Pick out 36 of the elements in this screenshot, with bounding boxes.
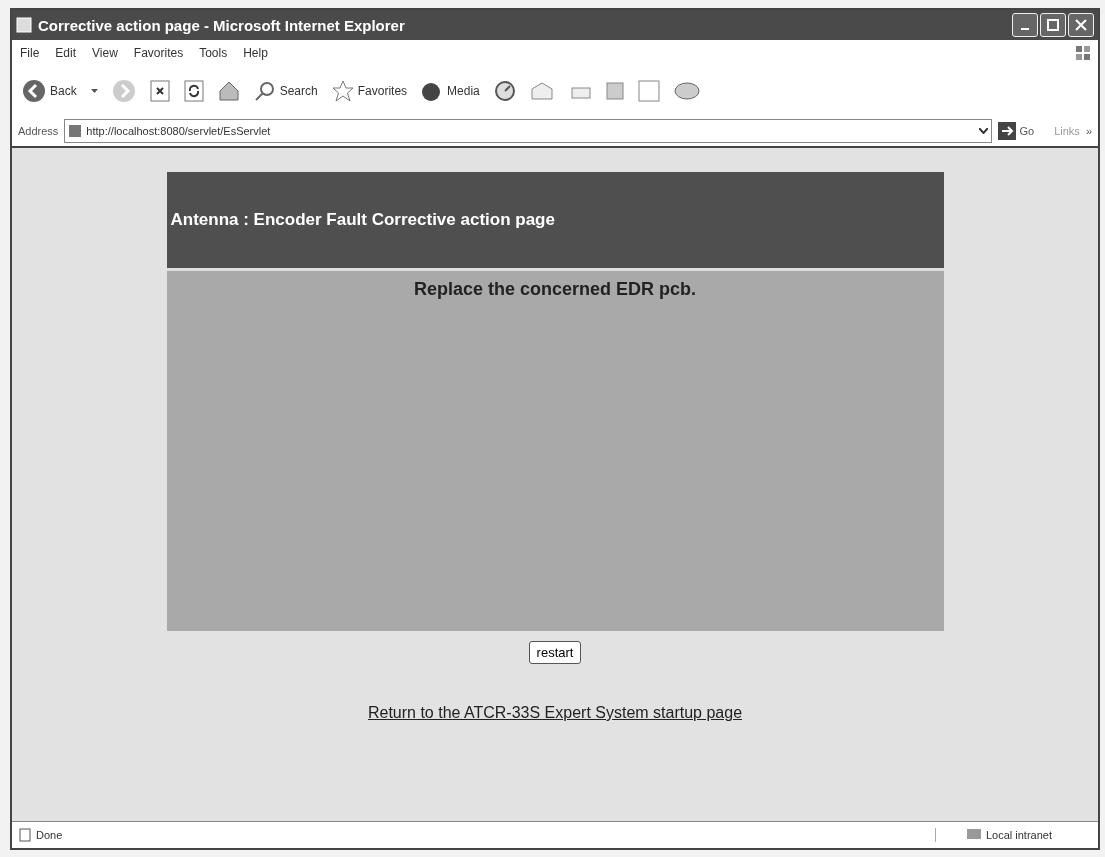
menu-item[interactable]: Help bbox=[243, 46, 268, 60]
media-button[interactable]: Media bbox=[421, 80, 480, 102]
dropdown-caret-icon[interactable] bbox=[90, 89, 98, 93]
startup-page-link[interactable]: Return to the ATCR-33S Expert System startup page bbox=[367, 704, 743, 722]
menu-item[interactable]: Tools bbox=[199, 46, 228, 60]
windows-logo-icon bbox=[1076, 46, 1090, 60]
favorites-button[interactable]: Favorites bbox=[331, 80, 408, 102]
more-chevron[interactable]: » bbox=[1085, 125, 1092, 137]
address-field[interactable]: http://localhost:8080/servlet/EsServlet bbox=[64, 119, 992, 143]
menu-item[interactable]: Favorites bbox=[133, 46, 184, 60]
star-icon bbox=[331, 80, 354, 102]
page-header: Antenna : Encoder Fault Corrective action page bbox=[166, 172, 944, 271]
menu-item[interactable]: File bbox=[20, 46, 40, 60]
close-icon bbox=[1075, 19, 1087, 31]
go-button[interactable]: Go bbox=[997, 122, 1035, 140]
menu-item[interactable]: Edit bbox=[55, 46, 77, 60]
minimize-icon bbox=[1021, 28, 1029, 30]
instruction-text: Replace the concerned EDR pcb. bbox=[413, 279, 697, 300]
status-text: Done bbox=[36, 829, 63, 841]
address-label: Address bbox=[18, 125, 59, 137]
window-title: Corrective action page - Microsoft Internet Explorer bbox=[38, 16, 405, 34]
zone-text: Local intranet bbox=[985, 829, 1052, 841]
history-icon[interactable] bbox=[493, 80, 516, 102]
restart-button[interactable]: restart bbox=[528, 641, 582, 664]
stop-icon[interactable] bbox=[149, 80, 170, 102]
search-button[interactable]: Search bbox=[253, 80, 318, 102]
dropdown-caret-icon[interactable] bbox=[978, 128, 988, 134]
home-icon[interactable] bbox=[217, 80, 240, 102]
close-button[interactable] bbox=[1068, 13, 1094, 37]
search-icon bbox=[253, 80, 276, 102]
maximize-icon bbox=[1047, 19, 1059, 31]
menu-item[interactable]: View bbox=[92, 46, 118, 60]
maximize-button[interactable] bbox=[1040, 13, 1066, 37]
minimize-button[interactable] bbox=[1012, 13, 1038, 37]
back-button[interactable]: Back bbox=[22, 79, 77, 103]
refresh-icon[interactable] bbox=[183, 80, 204, 102]
